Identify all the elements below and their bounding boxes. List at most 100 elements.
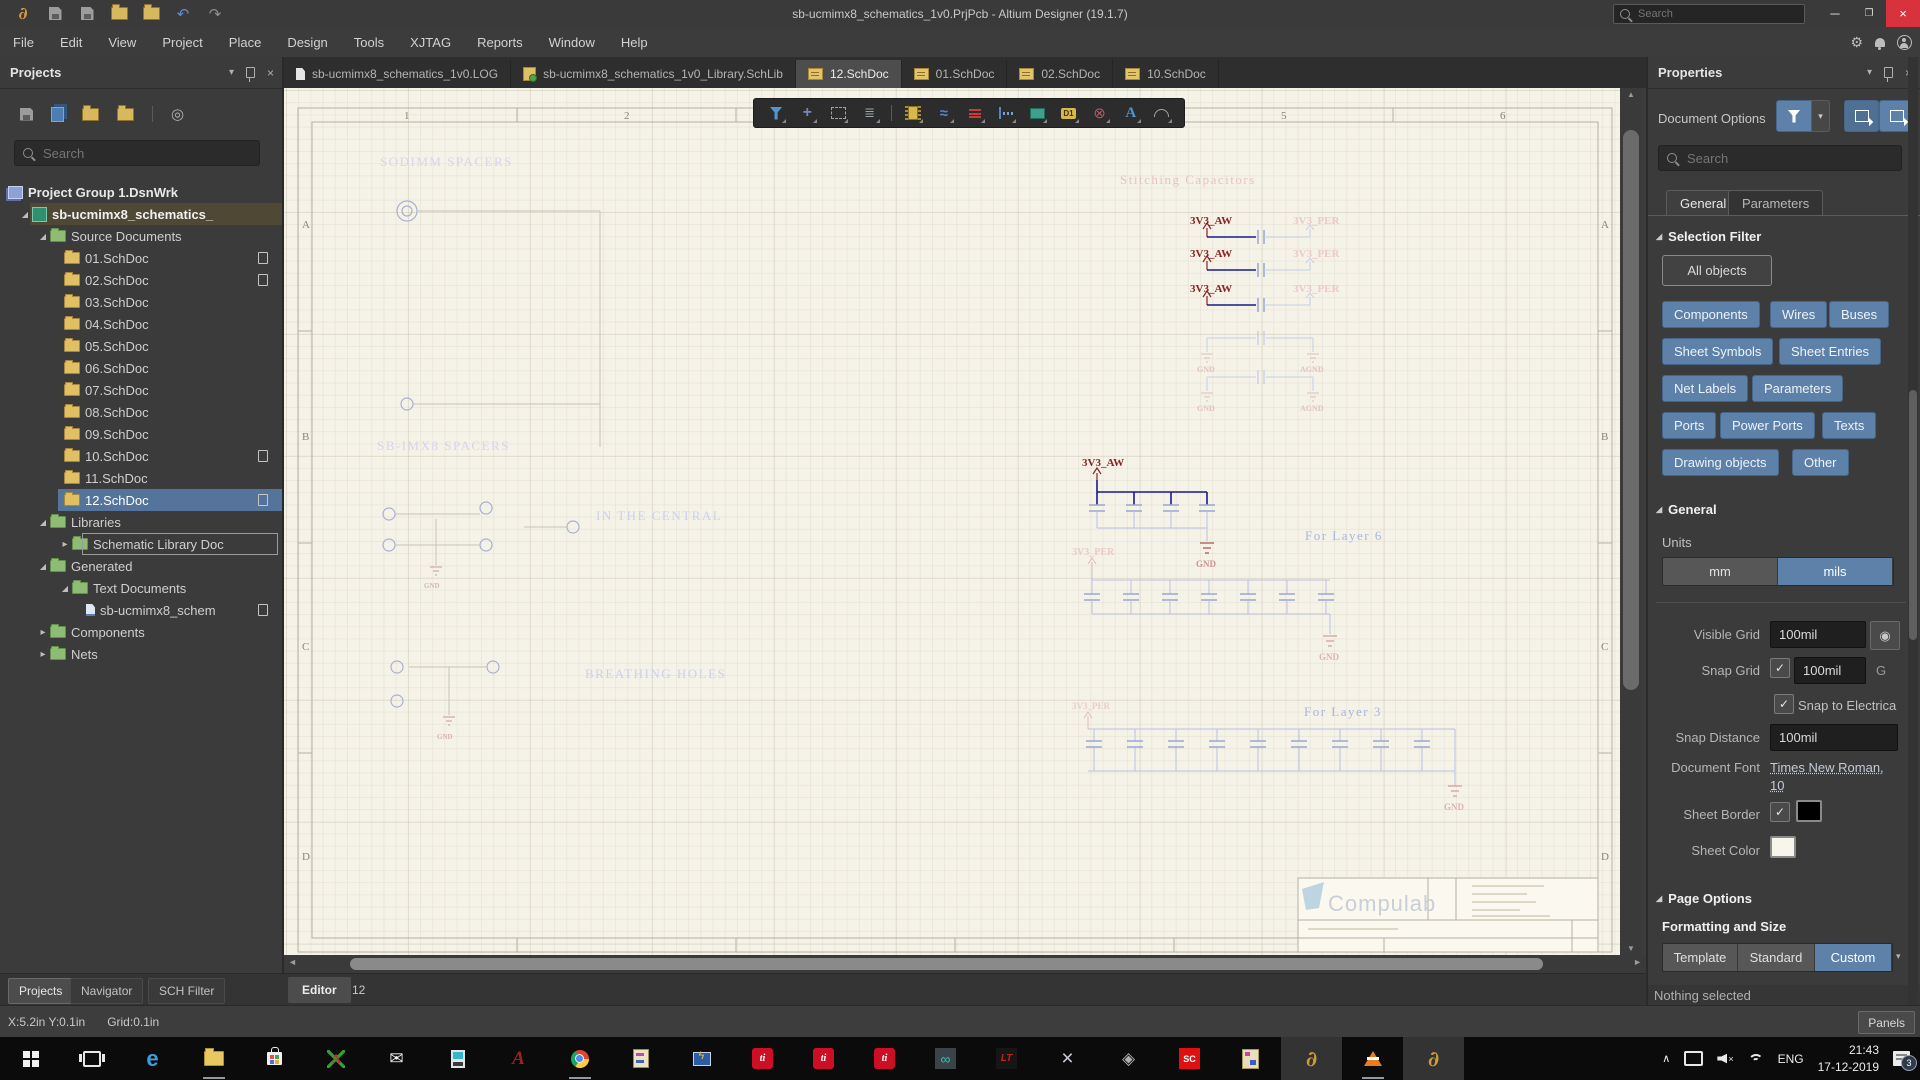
- tree-item-text-doc[interactable]: sb-ucmimx8_schem: [0, 599, 282, 621]
- doc-tab-02-schdoc[interactable]: 02.SchDoc: [1007, 60, 1113, 88]
- sheet-number-tab[interactable]: 12: [352, 977, 365, 1003]
- place-net-label-button[interactable]: [996, 102, 1016, 124]
- snap-grid-checkbox[interactable]: [1770, 658, 1790, 678]
- snap-grid-input[interactable]: [1794, 657, 1866, 684]
- page-options-header[interactable]: Page Options: [1656, 891, 1752, 906]
- selection-filter-header[interactable]: Selection Filter: [1656, 229, 1761, 244]
- tray-expand-icon[interactable]: ∧: [1662, 1052, 1670, 1065]
- tree-item-project-group[interactable]: Project Group 1.DsnWrk: [0, 181, 282, 203]
- open-button[interactable]: [110, 5, 128, 23]
- schematic-canvas[interactable]: 1 2 3 4 5 6 A B C D A B C D SODIMM SPACE…: [284, 88, 1620, 955]
- annotate-button[interactable]: D1: [1058, 102, 1078, 124]
- undo-button[interactable]: ↶: [174, 5, 192, 23]
- visible-grid-input[interactable]: [1770, 621, 1866, 648]
- selection-tool-button[interactable]: [828, 102, 848, 124]
- menu-help[interactable]: Help: [608, 27, 661, 57]
- mode-template-button[interactable]: Template: [1663, 944, 1738, 971]
- scilab-button[interactable]: SC: [1159, 1037, 1220, 1080]
- tree-item-04-schdoc[interactable]: 04.SchDoc: [0, 313, 282, 335]
- language-indicator[interactable]: ENG: [1778, 1052, 1804, 1066]
- canvas-horizontal-scrollbar[interactable]: ◄ ►: [284, 955, 1646, 973]
- place-no-erc-button[interactable]: ⊗: [1090, 102, 1110, 124]
- document-font-link[interactable]: Times New Roman,: [1770, 760, 1884, 775]
- scroll-up-icon[interactable]: ▲: [1620, 90, 1642, 99]
- close-button[interactable]: ×: [1886, 0, 1920, 27]
- properties-search-input[interactable]: [1685, 150, 1859, 167]
- tree-item-12-schdoc-selected[interactable]: 12.SchDoc: [0, 489, 282, 511]
- expand-icon[interactable]: [18, 210, 32, 219]
- filter-wires-button[interactable]: Wires: [1770, 301, 1827, 328]
- filter-drawing-objects-button[interactable]: Drawing objects: [1662, 449, 1779, 476]
- filter-tool-button[interactable]: [766, 102, 786, 124]
- projects-search-input[interactable]: [41, 145, 225, 162]
- panel-close-icon[interactable]: ×: [267, 66, 274, 80]
- task-view-button[interactable]: [61, 1037, 122, 1080]
- tree-item-generated[interactable]: Generated: [0, 555, 282, 577]
- ltspice-button[interactable]: LT: [976, 1037, 1037, 1080]
- global-search-box[interactable]: [1613, 4, 1805, 24]
- tab-parameters[interactable]: Parameters: [1728, 190, 1823, 216]
- edge-button[interactable]: e: [122, 1037, 183, 1080]
- filter-sheet-entries-button[interactable]: Sheet Entries: [1779, 338, 1881, 365]
- filter-other-button[interactable]: Other: [1792, 449, 1849, 476]
- ti-tool-1-button[interactable]: ti: [732, 1037, 793, 1080]
- tree-item-project[interactable]: sb-ucmimx8_schematics_: [0, 203, 282, 225]
- notification-center-icon[interactable]: 3: [1893, 1051, 1910, 1066]
- notifications-bell-icon[interactable]: [1875, 38, 1885, 47]
- filter-parameters-button[interactable]: Parameters: [1752, 375, 1843, 402]
- mode-dropdown-icon[interactable]: ▾: [1896, 951, 1901, 962]
- pcb-tool-button[interactable]: [427, 1037, 488, 1080]
- place-text-button[interactable]: A: [1121, 102, 1141, 124]
- properties-search-box[interactable]: [1658, 145, 1902, 171]
- doc-tab-schlib[interactable]: sb-ucmimx8_schematics_1v0_Library.SchLib: [511, 60, 796, 88]
- cube-3d-button[interactable]: ◈: [1098, 1037, 1159, 1080]
- filter-button[interactable]: [1776, 100, 1812, 132]
- doc-tab-10-schdoc[interactable]: 10.SchDoc: [1113, 60, 1219, 88]
- display-icon[interactable]: [1684, 1051, 1703, 1066]
- compile-button[interactable]: [51, 107, 64, 122]
- kicad-button[interactable]: [1220, 1037, 1281, 1080]
- filter-buses-button[interactable]: Buses: [1829, 301, 1889, 328]
- mode-standard-button[interactable]: Standard: [1738, 944, 1815, 971]
- properties-scroll-thumb[interactable]: [1909, 390, 1917, 640]
- visible-grid-eye-button[interactable]: [1870, 621, 1900, 650]
- tree-item-05-schdoc[interactable]: 05.SchDoc: [0, 335, 282, 357]
- global-search-input[interactable]: [1636, 7, 1770, 21]
- expand-icon[interactable]: [58, 584, 72, 593]
- menu-reports[interactable]: Reports: [464, 27, 536, 57]
- volume-muted-icon[interactable]: ×: [1717, 1054, 1733, 1064]
- clock[interactable]: 21:43 17-12-2019: [1818, 1042, 1879, 1074]
- collapse-icon[interactable]: [36, 627, 50, 638]
- start-button[interactable]: [0, 1037, 61, 1080]
- snap-distance-input[interactable]: [1770, 724, 1898, 751]
- scroll-down-icon[interactable]: ▼: [1620, 944, 1642, 953]
- tree-item-03-schdoc[interactable]: 03.SchDoc: [0, 291, 282, 313]
- xjtag-tool-button[interactable]: ×: [1037, 1037, 1098, 1080]
- doc-tab-12-schdoc-active[interactable]: 12.SchDoc: [796, 60, 902, 88]
- save-all-button[interactable]: [78, 5, 96, 23]
- tree-item-schematic-library-doc[interactable]: Schematic Library Doc: [0, 533, 282, 555]
- user-account-icon[interactable]: [1897, 35, 1912, 50]
- explore-folder-button[interactable]: [117, 108, 134, 121]
- ti-tool-2-button[interactable]: ti: [793, 1037, 854, 1080]
- place-power-port-button[interactable]: [965, 102, 985, 124]
- panels-button[interactable]: Panels: [1858, 1011, 1915, 1034]
- menu-place[interactable]: Place: [216, 27, 275, 57]
- vlc-button[interactable]: [1342, 1037, 1403, 1080]
- filter-power-ports-button[interactable]: Power Ports: [1720, 412, 1815, 439]
- panel-tab-projects[interactable]: Projects: [8, 978, 73, 1004]
- store-button[interactable]: [244, 1037, 305, 1080]
- menu-window[interactable]: Window: [536, 27, 608, 57]
- tree-item-nets[interactable]: Nets: [0, 643, 282, 665]
- scroll-right-icon[interactable]: ►: [1633, 957, 1642, 967]
- general-section-header[interactable]: General: [1656, 502, 1717, 517]
- menu-design[interactable]: Design: [274, 27, 340, 57]
- place-part-button[interactable]: [903, 102, 923, 124]
- file-explorer-button[interactable]: [183, 1037, 244, 1080]
- tree-item-source-documents[interactable]: Source Documents: [0, 225, 282, 247]
- scroll-left-icon[interactable]: ◄: [288, 957, 297, 967]
- tree-item-02-schdoc[interactable]: 02.SchDoc: [0, 269, 282, 291]
- projects-search-box[interactable]: [14, 140, 260, 166]
- ti-tool-3-button[interactable]: ti: [854, 1037, 915, 1080]
- editor-mode-tab[interactable]: Editor: [288, 977, 351, 1003]
